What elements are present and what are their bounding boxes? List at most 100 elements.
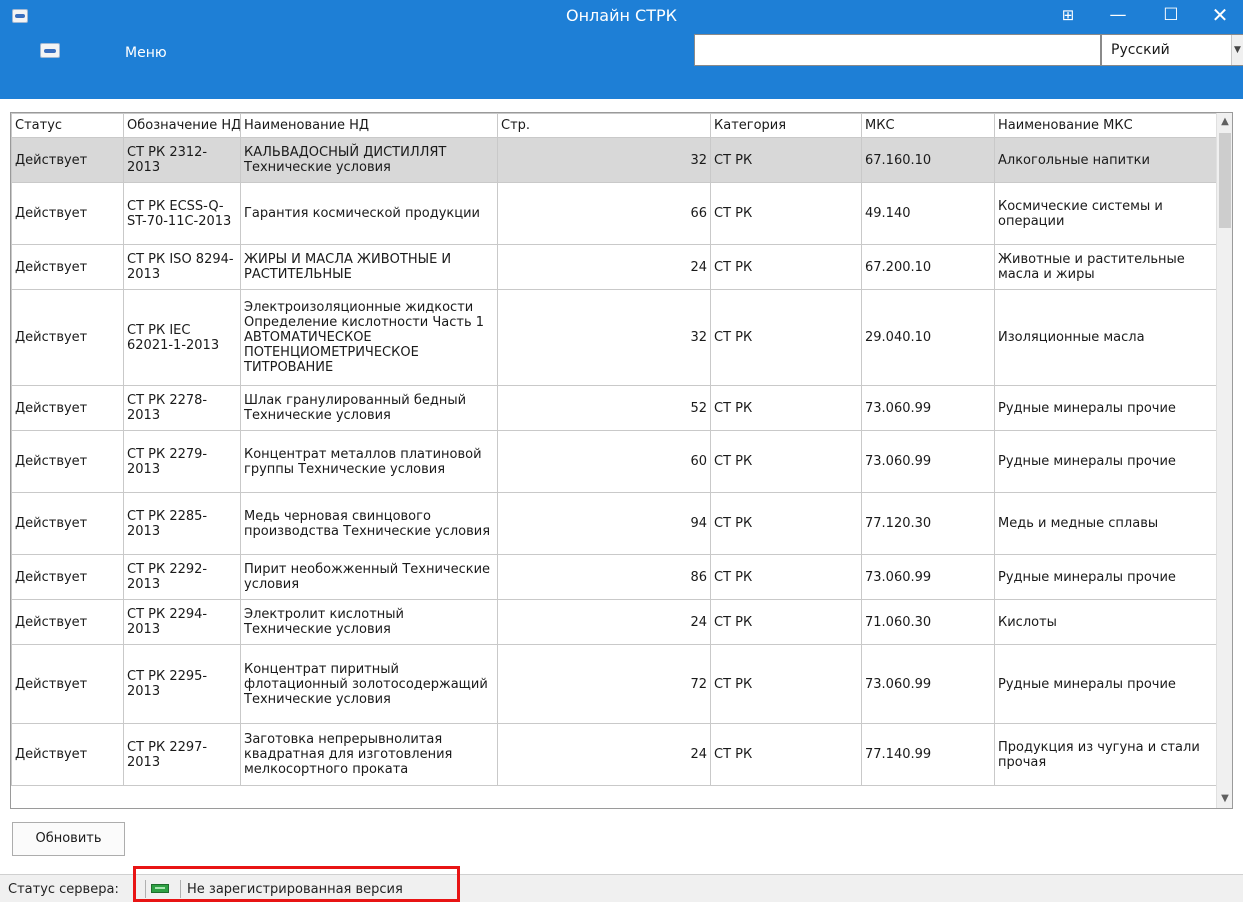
table-row[interactable]: Действует СТ РК 2294-2013 Электролит кис… [11, 599, 1216, 645]
cell-mks: 71.060.30 [861, 599, 995, 645]
cell-code: СТ РК 2285-2013 [123, 492, 241, 555]
cell-status: Действует [11, 137, 124, 183]
cell-mks: 77.120.30 [861, 492, 995, 555]
close-button[interactable]: ✕ [1197, 0, 1243, 33]
pin-icon[interactable]: ⊞ [1045, 0, 1091, 33]
cell-code: СТ РК 2297-2013 [123, 723, 241, 786]
cell-pages: 52 [497, 385, 711, 431]
cell-status: Действует [11, 599, 124, 645]
cell-name: Заготовка непрерывнолитая квадратная для… [240, 723, 498, 786]
cell-name: Медь черновая свинцового производства Те… [240, 492, 498, 555]
cell-mks-name: Кислоты [994, 599, 1216, 645]
menu-logo-icon[interactable] [40, 43, 60, 58]
menu-button[interactable]: Меню [125, 45, 167, 61]
cell-code: СТ РК 2295-2013 [123, 644, 241, 724]
cell-name: Электролит кислотный Технические условия [240, 599, 498, 645]
column-header-code[interactable]: Обозначение НД [123, 113, 241, 138]
minimize-button[interactable]: — [1095, 0, 1141, 33]
cell-category: СТ РК [710, 599, 862, 645]
cell-mks-name: Медь и медные сплавы [994, 492, 1216, 555]
cell-category: СТ РК [710, 430, 862, 493]
cell-category: СТ РК [710, 554, 862, 600]
table-row[interactable]: Действует СТ РК 2312-2013 КАЛЬВАДОСНЫЙ Д… [11, 137, 1216, 183]
menu-bar: Меню Русский ▼ [0, 33, 1243, 99]
cell-mks: 73.060.99 [861, 430, 995, 493]
table-row[interactable]: Действует СТ РК 2295-2013 Концентрат пир… [11, 644, 1216, 724]
table-row[interactable]: Действует СТ РК 2285-2013 Медь черновая … [11, 492, 1216, 555]
cell-mks-name: Рудные минералы прочие [994, 430, 1216, 493]
cell-category: СТ РК [710, 182, 862, 245]
cell-category: СТ РК [710, 137, 862, 183]
table-row[interactable]: Действует СТ РК IEC 62021-1-2013 Электро… [11, 289, 1216, 386]
cell-code: СТ РК 2294-2013 [123, 599, 241, 645]
cell-code: СТ РК ECSS-Q-ST-70-11C-2013 [123, 182, 241, 245]
cell-mks: 77.140.99 [861, 723, 995, 786]
column-header-mks-name[interactable]: Наименование МКС [994, 113, 1216, 138]
table-header-row: Статус Обозначение НД Наименование НД Ст… [11, 113, 1216, 138]
cell-code: СТ РК 2278-2013 [123, 385, 241, 431]
cell-status: Действует [11, 644, 124, 724]
table-row[interactable]: Действует СТ РК 2278-2013 Шлак гранулиро… [11, 385, 1216, 431]
cell-code: СТ РК 2279-2013 [123, 430, 241, 493]
cell-pages: 24 [497, 244, 711, 290]
scroll-down-icon[interactable]: ▼ [1217, 790, 1232, 808]
column-header-status[interactable]: Статус [11, 113, 124, 138]
cell-code: СТ РК 2312-2013 [123, 137, 241, 183]
table-row[interactable]: Действует СТ РК 2292-2013 Пирит необожже… [11, 554, 1216, 600]
table-row[interactable]: Действует СТ РК 2297-2013 Заготовка непр… [11, 723, 1216, 786]
cell-mks: 67.160.10 [861, 137, 995, 183]
cell-status: Действует [11, 182, 124, 245]
cell-mks-name: Рудные минералы прочие [994, 385, 1216, 431]
column-header-category[interactable]: Категория [710, 113, 862, 138]
scroll-thumb[interactable] [1219, 133, 1231, 228]
cell-code: СТ РК IEC 62021-1-2013 [123, 289, 241, 386]
maximize-button[interactable]: ☐ [1148, 0, 1194, 33]
cell-name: Электроизоляционные жидкости Определение… [240, 289, 498, 386]
cell-name: Концентрат пиритный флотационный золотос… [240, 644, 498, 724]
cell-status: Действует [11, 492, 124, 555]
refresh-button[interactable]: Обновить [12, 822, 125, 856]
cell-mks: 49.140 [861, 182, 995, 245]
cell-pages: 60 [497, 430, 711, 493]
cell-category: СТ РК [710, 289, 862, 386]
cell-status: Действует [11, 385, 124, 431]
cell-name: Пирит необожженный Технические условия [240, 554, 498, 600]
cell-mks: 29.040.10 [861, 289, 995, 386]
cell-pages: 94 [497, 492, 711, 555]
cell-pages: 24 [497, 599, 711, 645]
cell-mks: 67.200.10 [861, 244, 995, 290]
cell-status: Действует [11, 554, 124, 600]
cell-mks-name: Рудные минералы прочие [994, 644, 1216, 724]
column-header-mks[interactable]: МКС [861, 113, 995, 138]
cell-mks: 73.060.99 [861, 644, 995, 724]
cell-name: ЖИРЫ И МАСЛА ЖИВОТНЫЕ И РАСТИТЕЛЬНЫЕ [240, 244, 498, 290]
cell-name: КАЛЬВАДОСНЫЙ ДИСТИЛЛЯТ Технические услов… [240, 137, 498, 183]
cell-mks-name: Изоляционные масла [994, 289, 1216, 386]
column-header-name[interactable]: Наименование НД [240, 113, 498, 138]
cell-status: Действует [11, 723, 124, 786]
search-input[interactable] [694, 34, 1101, 66]
cell-status: Действует [11, 244, 124, 290]
cell-code: СТ РК 2292-2013 [123, 554, 241, 600]
cell-mks: 73.060.99 [861, 385, 995, 431]
server-status-label: Статус сервера: [8, 882, 119, 897]
language-select[interactable]: Русский ▼ [1101, 34, 1243, 66]
column-header-pages[interactable]: Стр. [497, 113, 711, 138]
cell-pages: 66 [497, 182, 711, 245]
standards-grid[interactable]: Статус Обозначение НД Наименование НД Ст… [10, 112, 1233, 809]
cell-category: СТ РК [710, 244, 862, 290]
standards-table: Статус Обозначение НД Наименование НД Ст… [11, 113, 1216, 786]
cell-mks-name: Животные и растительные масла и жиры [994, 244, 1216, 290]
scroll-up-icon[interactable]: ▲ [1217, 113, 1232, 131]
chevron-down-icon[interactable]: ▼ [1231, 35, 1243, 65]
cell-mks-name: Рудные минералы прочие [994, 554, 1216, 600]
vertical-scrollbar[interactable]: ▲ ▼ [1216, 113, 1232, 808]
table-row[interactable]: Действует СТ РК ECSS-Q-ST-70-11C-2013 Га… [11, 182, 1216, 245]
cell-code: СТ РК ISO 8294-2013 [123, 244, 241, 290]
table-row[interactable]: Действует СТ РК ISO 8294-2013 ЖИРЫ И МАС… [11, 244, 1216, 290]
cell-status: Действует [11, 430, 124, 493]
title-bar[interactable]: Онлайн СТРК ⊞ — ☐ ✕ [0, 0, 1243, 33]
cell-category: СТ РК [710, 644, 862, 724]
table-row[interactable]: Действует СТ РК 2279-2013 Концентрат мет… [11, 430, 1216, 493]
cell-category: СТ РК [710, 385, 862, 431]
